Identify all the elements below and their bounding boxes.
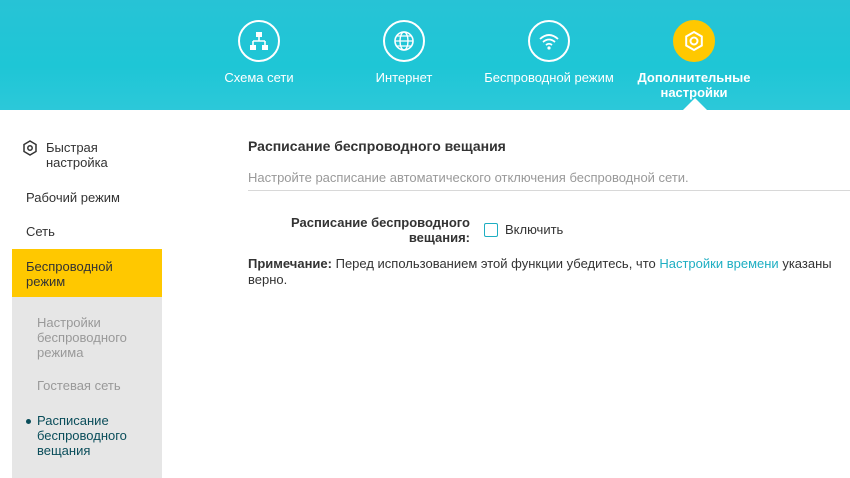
sidebar-item-quick-setup[interactable]: Быстрая настройка [46,140,126,170]
page-description: Настройте расписание автоматического отк… [248,170,689,185]
note: Примечание: Перед использованием этой фу… [248,256,838,288]
quick-setup-icon [22,140,38,156]
note-prefix: Примечание: [248,256,332,271]
nav-label: Дополнительные настройки [637,70,751,100]
nav-wireless[interactable]: Беспроводной режим [479,0,619,110]
sidebar-item-wireless[interactable]: Беспроводной режим [12,249,162,297]
globe-icon [383,20,425,62]
active-tab-pointer [683,98,707,110]
enable-checkbox-label[interactable]: Включить [505,222,563,237]
nav-advanced[interactable]: Дополнительные настройки [624,0,764,110]
time-settings-link[interactable]: Настройки времени [659,256,778,271]
sidebar-item-network[interactable]: Сеть [26,224,55,239]
nav-label: Интернет [375,70,433,85]
current-item-bullet [26,419,31,424]
sidebar-item-operation-mode[interactable]: Рабочий режим [26,190,120,205]
divider [248,190,850,191]
main-content: Расписание беспроводного вещания Настрой… [162,110,850,478]
enable-schedule-checkbox[interactable] [484,223,498,237]
nav-internet[interactable]: Интернет [334,0,474,110]
nav-label: Беспроводной режим [484,70,614,85]
wifi-icon [528,20,570,62]
top-navigation: Схема сети Интернет Беспроводной режим Д… [0,0,850,110]
sidebar-subitem-wireless-schedule[interactable]: Расписание беспроводного вещания [37,413,147,458]
page-title: Расписание беспроводного вещания [248,138,506,154]
gear-icon [673,20,715,62]
sidebar: Быстрая настройка Рабочий режим Сеть Бес… [0,110,162,478]
nav-label: Схема сети [224,70,294,85]
nav-network-map[interactable]: Схема сети [189,0,329,110]
sidebar-item-label: Беспроводной режим [26,259,113,289]
note-text: Перед использованием этой функции убедит… [331,256,660,271]
sidebar-subitem-wireless-settings[interactable]: Настройки беспроводного режима [37,315,147,360]
sidebar-subitem-guest-network[interactable]: Гостевая сеть [37,378,147,393]
schedule-field-label: Расписание беспроводного вещания: [291,215,470,245]
network-map-icon [238,20,280,62]
